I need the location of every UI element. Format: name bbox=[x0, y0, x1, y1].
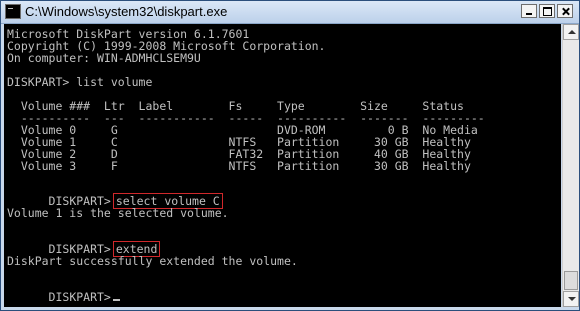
console-output[interactable]: Microsoft DiskPart version 6.1.7601 Copy… bbox=[4, 24, 561, 307]
volume-row: Volume 3 F NTFS Partition 30 GB Healthy bbox=[7, 159, 471, 173]
minimize-button[interactable] bbox=[521, 4, 537, 18]
title-bar[interactable]: C:\Windows\system32\diskpart.exe bbox=[1, 1, 579, 24]
command-prompt-line[interactable]: DISKPART> bbox=[7, 279, 120, 307]
header-line-computer: On computer: WIN-ADMHCLSEM9U bbox=[7, 51, 201, 65]
scroll-up-icon[interactable] bbox=[563, 24, 579, 40]
command-list-volume: DISKPART> list volume bbox=[7, 75, 153, 89]
console-app-icon[interactable] bbox=[5, 4, 21, 19]
scroll-thumb[interactable] bbox=[564, 271, 578, 290]
message-extended: DiskPart successfully extended the volum… bbox=[7, 254, 298, 268]
close-button[interactable] bbox=[557, 4, 573, 18]
diskpart-window: C:\Windows\system32\diskpart.exe Microso… bbox=[0, 0, 580, 311]
text-cursor bbox=[112, 299, 120, 301]
message-selected: Volume 1 is the selected volume. bbox=[7, 206, 229, 220]
prompt-label: DISKPART> bbox=[48, 290, 111, 304]
maximize-button[interactable] bbox=[539, 4, 555, 18]
vertical-scrollbar[interactable] bbox=[562, 24, 579, 307]
scroll-down-icon[interactable] bbox=[563, 291, 579, 307]
window-title: C:\Windows\system32\diskpart.exe bbox=[25, 4, 228, 19]
